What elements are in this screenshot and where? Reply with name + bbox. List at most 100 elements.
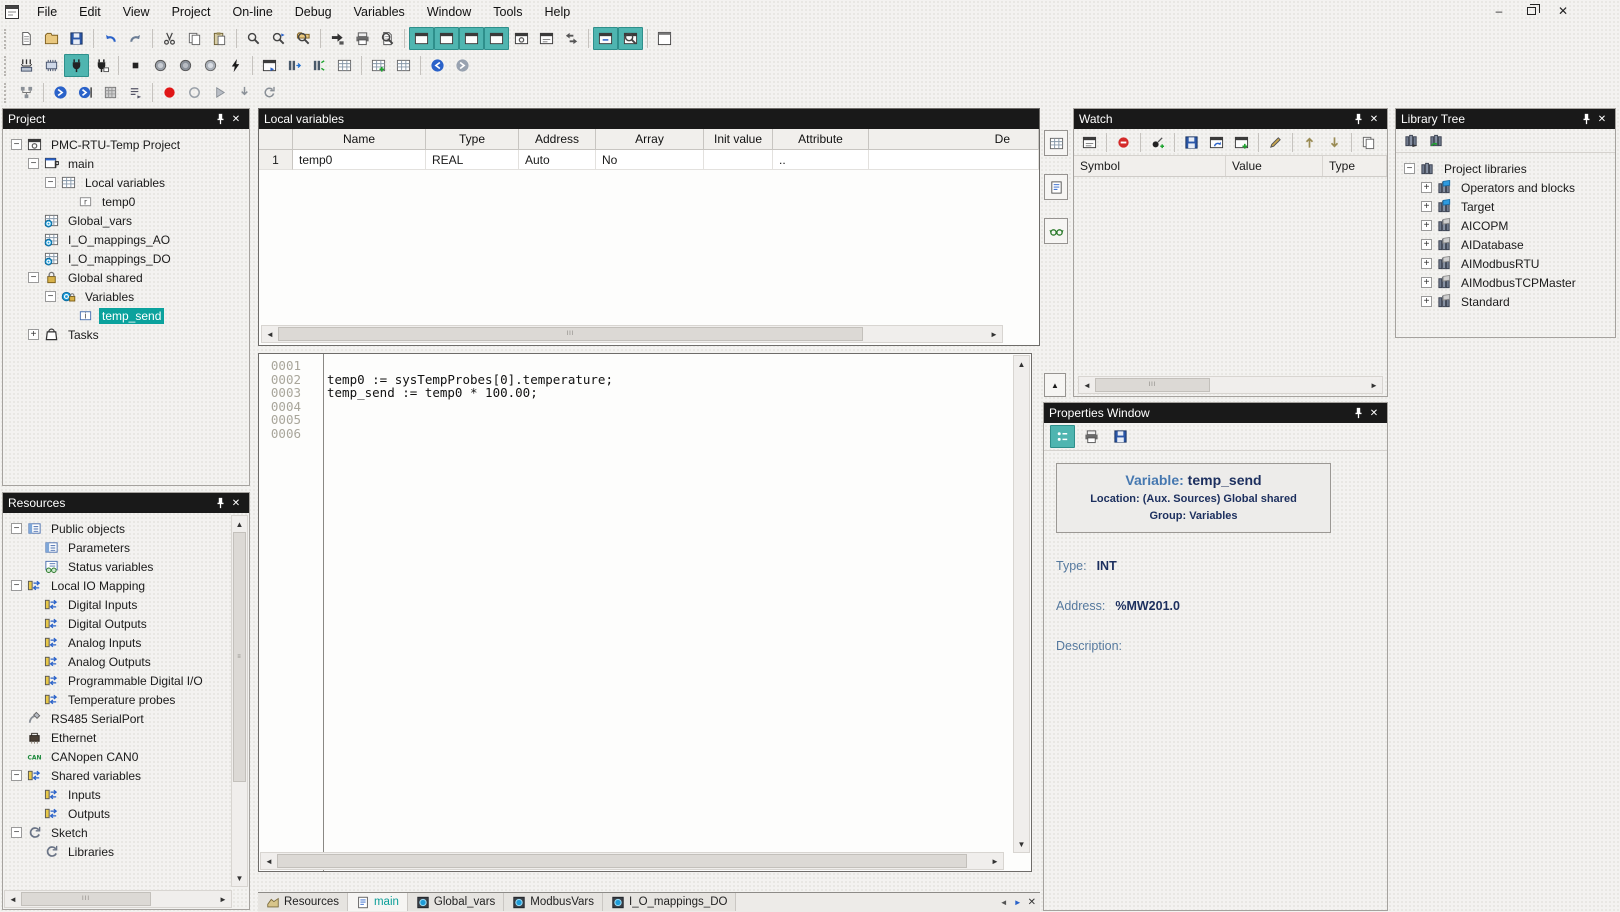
scroll-up-arrow[interactable]: ▲ — [232, 516, 248, 532]
close-button[interactable]: ✕ — [1594, 111, 1610, 127]
expander-plus-icon[interactable]: + — [28, 329, 39, 340]
tree-item-aimodbustcpmaster[interactable]: +AIModbusTCPMaster — [1396, 273, 1615, 292]
find-next-button[interactable] — [266, 27, 291, 50]
find-button[interactable] — [241, 27, 266, 50]
table-cell[interactable]: .. — [773, 150, 869, 170]
scrollbar-thumb[interactable]: ≡ — [233, 532, 246, 782]
scroll-right-arrow[interactable]: ► — [1366, 377, 1382, 393]
download-code-button[interactable] — [223, 54, 248, 77]
tree-item-sketch[interactable]: −Sketch — [3, 823, 249, 842]
save-properties-button[interactable] — [1108, 425, 1133, 448]
tree-item-aidatabase[interactable]: +AIDatabase — [1396, 235, 1615, 254]
tab-global-vars[interactable]: Global_vars — [408, 893, 504, 911]
properties-window-button[interactable] — [618, 27, 643, 50]
tree-item-global-shared[interactable]: −Global shared — [3, 268, 249, 287]
tree-item-parameters[interactable]: Parameters — [3, 538, 249, 557]
table-cell[interactable]: No — [596, 150, 704, 170]
menu-help[interactable]: Help — [533, 2, 581, 22]
expander-minus-icon[interactable]: − — [11, 580, 22, 591]
restore-button[interactable] — [1522, 2, 1540, 20]
expander-minus-icon[interactable]: − — [45, 291, 56, 302]
watch-column-value[interactable]: Value — [1226, 156, 1323, 176]
paste-button[interactable] — [207, 27, 232, 50]
tab-i-o-mappings-do[interactable]: I_O_mappings_DO — [603, 893, 736, 911]
code-line[interactable]: 0002temp0 := sysTempProbes[0].temperatur… — [259, 372, 1031, 386]
tree-item-pmc-rtu-temp-project[interactable]: −PMC-RTU-Temp Project — [3, 135, 249, 154]
table-watch-button[interactable] — [1044, 218, 1068, 244]
tree-item-shared-variables[interactable]: −Shared variables — [3, 766, 249, 785]
expander-minus-icon[interactable]: − — [28, 158, 39, 169]
workspace-window-button[interactable] — [534, 27, 559, 50]
scroll-down-arrow[interactable]: ▼ — [232, 870, 248, 886]
close-button[interactable]: ✕ — [1366, 405, 1382, 421]
run-3-button[interactable] — [198, 54, 223, 77]
column-header-name[interactable]: Name — [293, 129, 426, 149]
pin-button[interactable] — [1350, 111, 1366, 127]
expander-plus-icon[interactable]: + — [1421, 277, 1432, 288]
watch-insert-button[interactable] — [1145, 131, 1170, 154]
redo-button[interactable] — [123, 27, 148, 50]
table-cell[interactable]: Auto — [519, 150, 596, 170]
tree-item-variables[interactable]: −Variables — [3, 287, 249, 306]
tree-item-programmable-digital-i-o[interactable]: Programmable Digital I/O — [3, 671, 249, 690]
tree-item-global-vars[interactable]: Global_vars — [3, 211, 249, 230]
tree-item-temp0[interactable]: rtemp0 — [3, 192, 249, 211]
tree-item-local-io-mapping[interactable]: −Local IO Mapping — [3, 576, 249, 595]
code-lines[interactable]: 00010002temp0 := sysTempProbes[0].temper… — [259, 358, 1031, 440]
menu-view[interactable]: View — [112, 2, 161, 22]
print-button[interactable] — [350, 27, 375, 50]
column-header-de[interactable]: De — [869, 129, 1039, 149]
scroll-up-arrow[interactable]: ▲ — [1014, 356, 1030, 372]
open-button[interactable] — [39, 27, 64, 50]
table-grid-button[interactable] — [1044, 130, 1068, 156]
resources-vertical-scrollbar[interactable]: ▲ ≡ ▼ — [231, 515, 248, 887]
categorized-button[interactable] — [1050, 425, 1075, 448]
copy-button[interactable] — [182, 27, 207, 50]
debug-stop-button[interactable] — [182, 81, 207, 104]
tree-item-local-variables[interactable]: −Local variables — [3, 173, 249, 192]
new-button[interactable] — [14, 27, 39, 50]
debug-step-button[interactable] — [232, 81, 257, 104]
tab-close-button[interactable]: ✕ — [1028, 897, 1036, 908]
table-cell[interactable] — [704, 150, 773, 170]
tree-item-main[interactable]: −Pmain — [3, 154, 249, 173]
connect-mode-button[interactable] — [89, 54, 114, 77]
menu-tools[interactable]: Tools — [482, 2, 533, 22]
pin-button[interactable] — [212, 495, 228, 511]
tree-item-digital-inputs[interactable]: Digital Inputs — [3, 595, 249, 614]
watch-empty-area[interactable] — [1074, 177, 1387, 365]
watch-new-button[interactable] — [1229, 131, 1254, 154]
table-cell[interactable]: temp0 — [293, 150, 426, 170]
column-header-address[interactable]: Address — [519, 129, 596, 149]
export-button[interactable] — [325, 27, 350, 50]
trigger-window-button[interactable] — [282, 54, 307, 77]
scrollbar-thumb[interactable]: III — [278, 327, 863, 341]
network-config-button[interactable] — [14, 81, 39, 104]
tree-item-operators-and-blocks[interactable]: +Operators and blocks — [1396, 178, 1615, 197]
go-online-button[interactable] — [48, 81, 73, 104]
expander-plus-icon[interactable]: + — [1421, 239, 1432, 250]
oscilloscope-button[interactable] — [332, 54, 357, 77]
library-window-button[interactable] — [484, 27, 509, 50]
expander-plus-icon[interactable]: + — [1421, 201, 1432, 212]
tree-item-aicopm[interactable]: +AICOPM — [1396, 216, 1615, 235]
pin-button[interactable] — [1350, 405, 1366, 421]
menu-project[interactable]: Project — [161, 2, 222, 22]
tab-main[interactable]: main — [348, 893, 408, 911]
pin-button[interactable] — [212, 111, 228, 127]
tree-item-outputs[interactable]: Outputs — [3, 804, 249, 823]
tree-item-temperature-probes[interactable]: Temperature probes — [3, 690, 249, 709]
tree-item-target[interactable]: +Target — [1396, 197, 1615, 216]
code-editor-panel[interactable]: 00010002temp0 := sysTempProbes[0].temper… — [258, 353, 1032, 872]
column-header-row-number[interactable] — [259, 129, 293, 149]
tab-modbusvars[interactable]: ModbusVars — [504, 893, 603, 911]
menu-debug[interactable]: Debug — [284, 2, 343, 22]
close-button[interactable]: ✕ — [228, 495, 244, 511]
code-line[interactable]: 0003temp_send := temp0 * 100.00; — [259, 385, 1031, 399]
tree-item-i-o-mappings-ao[interactable]: I_O_mappings_AO — [3, 230, 249, 249]
expander-minus-icon[interactable]: − — [11, 827, 22, 838]
scroll-down-arrow[interactable]: ▼ — [1014, 836, 1030, 852]
watch-edit-button[interactable] — [1263, 131, 1288, 154]
tree-item-i-o-mappings-do[interactable]: I_O_mappings_DO — [3, 249, 249, 268]
build-button[interactable] — [14, 54, 39, 77]
